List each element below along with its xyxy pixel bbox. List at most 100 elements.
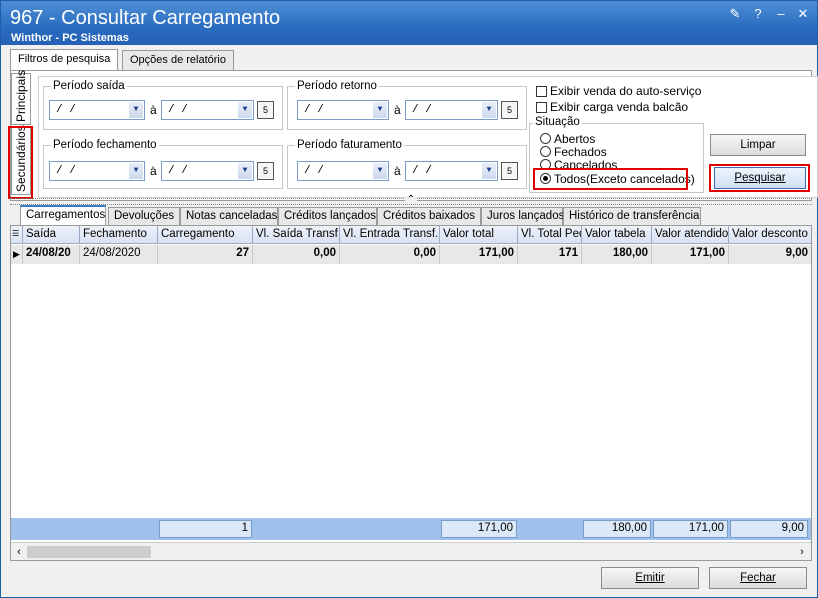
grid-header: ☰ Saída Fechamento Carregamento Vl. Saíd… [11,226,811,244]
tab-creditos-lancados[interactable]: Créditos lançados [278,207,377,225]
highlight-todos [533,168,688,190]
date-fechamento-fim[interactable]: / / ▼ [161,161,254,181]
window-subtitle: Winthor - PC Sistemas [11,32,129,44]
date-value: / / [56,165,76,177]
label-periodo-faturamento: Período faturamento [295,139,404,151]
col-vl-saida-transf[interactable]: Vl. Saída Transf. [253,226,340,244]
label-a: à [150,103,157,117]
date-saida-inicio[interactable]: / / ▼ [49,100,145,120]
filters-panel: Principais Secundários Período saída / /… [8,69,818,201]
scroll-thumb[interactable] [27,546,151,558]
date-value: / / [412,104,432,116]
cell-valor-desconto: 9,00 [785,247,808,259]
tab-historico-transferencia[interactable]: Histórico de transferência [563,207,701,225]
tab-creditos-baixados[interactable]: Créditos baixados [377,207,481,225]
scroll-right-icon[interactable]: › [795,545,809,559]
chevron-down-icon[interactable]: ▼ [238,102,252,118]
close-icon[interactable]: ✕ [796,7,810,21]
cell-vl-entrada-transf: 0,00 [340,245,440,264]
col-valor-desconto[interactable]: Valor desconto [729,226,811,244]
total-valor-tabela: 180,00 [583,520,651,538]
fechar-button[interactable]: Fechar [709,567,807,589]
label-periodo-saida: Período saída [51,80,127,92]
date-retorno-fim[interactable]: / / ▼ [405,100,498,120]
date-saida-fim[interactable]: / / ▼ [161,100,254,120]
limpar-button[interactable]: Limpar [710,134,806,156]
chevron-down-icon[interactable]: ▼ [373,102,387,118]
window: 967 - Consultar Carregamento Winthor - P… [0,0,818,598]
cell-carregamento: 27 [158,245,253,264]
grid-menu-icon[interactable]: ☰ [11,226,23,244]
label-periodo-retorno: Período retorno [295,80,379,92]
col-saida[interactable]: Saída [23,226,80,244]
calendar-icon[interactable]: 5 [501,101,518,119]
chevron-down-icon[interactable]: ▼ [373,163,387,179]
result-tabstrip: Carregamentos Devoluções Notas cancelada… [10,205,812,225]
date-value: / / [56,104,76,116]
col-valor-tabela[interactable]: Valor tabela [582,226,652,244]
col-fechamento[interactable]: Fechamento [80,226,158,244]
date-value: / / [304,165,324,177]
minimize-icon[interactable]: – [774,7,788,21]
chevron-down-icon[interactable]: ▼ [482,163,496,179]
cell-vl-total-ped: 171 [518,245,582,264]
row-pointer-icon: ▶ [11,245,23,264]
date-retorno-inicio[interactable]: / / ▼ [297,100,389,120]
col-carregamento[interactable]: Carregamento [158,226,253,244]
scroll-left-icon[interactable]: ‹ [12,545,26,559]
limpar-label: Limpar [740,139,776,151]
label-auto-servico: Exibir venda do auto-serviço [550,84,702,98]
tab-devolucoes[interactable]: Devoluções [108,207,180,225]
label-a: à [150,164,157,178]
emitir-button[interactable]: Emitir [601,567,699,589]
chevron-down-icon[interactable]: ▼ [482,102,496,118]
calendar-icon[interactable]: 5 [501,162,518,180]
vtab-principais[interactable]: Principais [11,69,31,125]
cell-valor-total: 171,00 [440,245,518,264]
radio-fechados[interactable] [540,146,551,157]
chevron-up-icon[interactable]: ⌃ [405,195,417,205]
radio-abertos[interactable] [540,133,551,144]
window-title: 967 - Consultar Carregamento [10,7,281,29]
date-value: / / [168,165,188,177]
calendar-icon[interactable]: 5 [257,162,274,180]
date-fechamento-inicio[interactable]: / / ▼ [49,161,145,181]
vtab-principais-label: Principais [14,69,28,122]
table-row[interactable]: ▶ 24/08/20 24/08/2020 27 0,00 0,00 171,0… [11,245,811,264]
label-a: à [394,164,401,178]
col-valor-total[interactable]: Valor total [440,226,518,244]
checkbox-balcao[interactable] [536,102,547,113]
checkbox-auto-servico[interactable] [536,86,547,97]
date-value: / / [412,165,432,177]
date-value: / / [304,104,324,116]
chevron-down-icon[interactable]: ▼ [238,163,252,179]
label-a: à [394,103,401,117]
chevron-down-icon[interactable]: ▼ [129,163,143,179]
calendar-icon[interactable]: 5 [257,101,274,119]
chevron-down-icon[interactable]: ▼ [129,102,143,118]
edit-icon[interactable]: ✎ [728,7,742,21]
title-bar: 967 - Consultar Carregamento Winthor - P… [1,1,817,45]
col-vl-entrada-transf[interactable]: Vl. Entrada Transf. [340,226,440,244]
help-icon[interactable]: ? [751,7,765,21]
tab-filtros-de-pesquisa[interactable]: Filtros de pesquisa [10,49,119,71]
tab-notas-canceladas[interactable]: Notas canceladas [180,207,278,225]
label-periodo-fechamento: Período fechamento [51,139,159,151]
tab-juros-lancados[interactable]: Juros lançados [481,207,564,225]
date-faturamento-fim[interactable]: / / ▼ [405,161,498,181]
horizontal-scrollbar[interactable]: ‹ › [11,542,811,560]
grid-footer: 1 171,00 180,00 171,00 9,00 [11,518,811,540]
date-faturamento-inicio[interactable]: / / ▼ [297,161,389,181]
cell-saida: 24/08/20 [23,245,80,264]
total-valor-desconto: 9,00 [730,520,808,538]
col-vl-total-ped[interactable]: Vl. Total Ped [518,226,582,244]
col-valor-atendido[interactable]: Valor atendido [652,226,729,244]
emitir-label: Emitir [635,572,665,584]
highlight-secundarios [8,126,33,199]
tab-carregamentos[interactable]: Carregamentos [20,205,106,225]
total-carregamento: 1 [159,520,252,538]
filter-box: Período saída / / ▼ à / / ▼ 5 Período reto… [38,76,818,198]
cell-vl-saida-transf: 0,00 [253,245,340,264]
tab-opcoes-de-relatorio[interactable]: Opções de relatório [122,50,234,70]
bottom-bar: Emitir Fechar [1,561,817,597]
